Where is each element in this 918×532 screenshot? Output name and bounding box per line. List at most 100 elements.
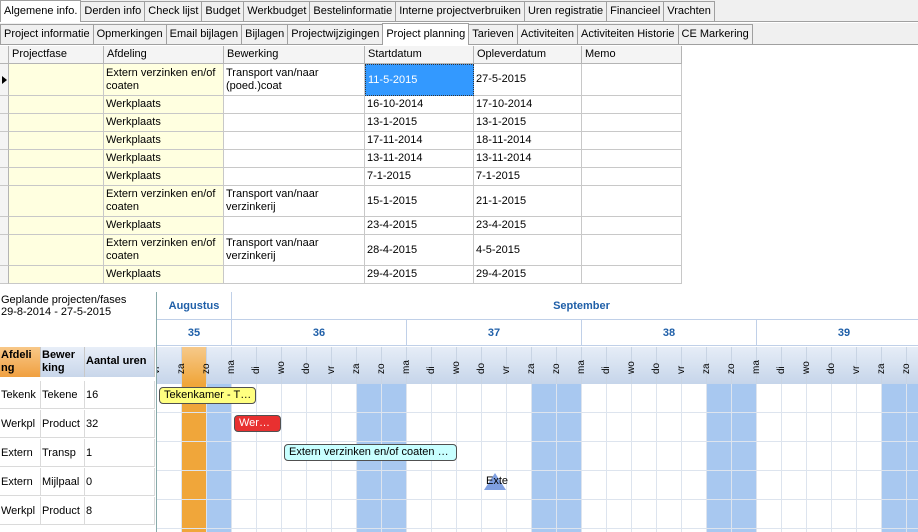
row-selector[interactable] [0,235,9,266]
cell-startdatum[interactable]: 13-1-2015 [365,114,474,132]
cell-memo[interactable] [582,186,682,217]
cell-startdatum[interactable]: 23-4-2015 [365,217,474,235]
cell-bewerking[interactable] [224,168,365,186]
list-item[interactable]: Tekenk Tekene 16 [0,381,155,409]
tab-bijlagen[interactable]: Bijlagen [241,24,289,44]
table-row[interactable]: Werkplaats 13-11-2014 13-11-2014 [0,150,682,168]
col-header-projectfase[interactable]: Projectfase [9,46,104,64]
tab-email-bijlagen[interactable]: Email bijlagen [165,24,243,44]
cell-bewerking[interactable]: Transport van/naar verzinkerij [224,186,365,217]
table-row[interactable]: Extern verzinken en/of coaten Transport v… [0,235,682,266]
col-header-startdatum[interactable]: Startdatum [365,46,474,64]
col-header-memo[interactable]: Memo [582,46,682,64]
list-item[interactable]: Werkpl Product 32 [0,410,155,438]
cell-afdeling[interactable]: Extern verzinken en/of coaten [104,64,224,96]
tab-uren-registratie[interactable]: Uren registratie [523,1,608,21]
tab-project-planning[interactable]: Project planning [382,23,470,45]
cell-afdeling[interactable]: Werkplaats [104,132,224,150]
tab-activiteiten[interactable]: Activiteiten [516,24,578,44]
cell-opleverdatum[interactable]: 13-11-2014 [474,150,582,168]
cell-opleverdatum[interactable]: 4-5-2015 [474,235,582,266]
cell-projectfase[interactable] [9,217,104,235]
row-selector[interactable] [0,114,9,132]
cell-startdatum[interactable]: 17-11-2014 [365,132,474,150]
cell-projectfase[interactable] [9,186,104,217]
cell-bewerking[interactable] [224,114,365,132]
list-item[interactable]: Werkpl Product 8 [0,497,155,525]
table-row[interactable]: Extern verzinken en/of coaten Transport v… [0,186,682,217]
cell-afdeling[interactable]: Extern verzinken en/of coaten [104,186,224,217]
tab-opmerkingen[interactable]: Opmerkingen [92,24,167,44]
tab-derden-info[interactable]: Derden info [80,1,146,21]
table-row[interactable]: Werkplaats 7-1-2015 7-1-2015 [0,168,682,186]
tab-bestelinformatie[interactable]: Bestelinformatie [309,1,397,21]
tab-ce-markering[interactable]: CE Markering [677,24,753,44]
table-row[interactable]: Werkplaats 23-4-2015 23-4-2015 [0,217,682,235]
cell-projectfase[interactable] [9,132,104,150]
planned-col-afdeling[interactable]: Afdeli ng [0,347,41,377]
tab-activiteiten-historie[interactable]: Activiteiten Historie [576,24,679,44]
cell-startdatum[interactable]: 16-10-2014 [365,96,474,114]
cell-projectfase[interactable] [9,266,104,284]
gantt-chart[interactable]: Augustus September 35 36 37 38 39 vr za zo… [156,292,918,532]
cell-startdatum[interactable]: 29-4-2015 [365,266,474,284]
table-row[interactable]: Werkplaats 17-11-2014 18-11-2014 [0,132,682,150]
list-item[interactable]: Extern Mijlpaal 0 [0,468,155,496]
cell-startdatum[interactable]: 13-11-2014 [365,150,474,168]
cell-startdatum[interactable]: 15-1-2015 [365,186,474,217]
cell-memo[interactable] [582,64,682,96]
tab-budget[interactable]: Budget [201,1,245,21]
row-selector[interactable] [0,168,9,186]
cell-projectfase[interactable] [9,168,104,186]
cell-projectfase[interactable] [9,150,104,168]
cell-afdeling[interactable]: Extern verzinken en/of coaten [104,235,224,266]
cell-afdeling[interactable]: Werkplaats [104,150,224,168]
cell-opleverdatum[interactable]: 7-1-2015 [474,168,582,186]
cell-memo[interactable] [582,266,682,284]
cell-bewerking[interactable] [224,217,365,235]
row-selector[interactable] [0,217,9,235]
tab-werkbudget[interactable]: Werkbudget [243,1,311,21]
gantt-bar-werkplaats[interactable]: Wer… [234,415,281,432]
table-row[interactable]: Extern verzinken en/of coaten Transport v… [0,64,682,96]
cell-opleverdatum[interactable]: 29-4-2015 [474,266,582,284]
row-selector[interactable] [0,266,9,284]
cell-afdeling[interactable]: Werkplaats [104,266,224,284]
row-selector[interactable] [0,150,9,168]
cell-afdeling[interactable]: Werkplaats [104,217,224,235]
tab-check-lijst[interactable]: Check lijst [144,1,203,21]
col-header-opleverdatum[interactable]: Opleverdatum [474,46,582,64]
gantt-bar-tekenkamer[interactable]: Tekenkamer - T… [159,387,256,404]
cell-projectfase[interactable] [9,235,104,266]
tab-project-informatie[interactable]: Project informatie [0,24,94,44]
cell-opleverdatum[interactable]: 23-4-2015 [474,217,582,235]
col-header-afdeling[interactable]: Afdeling [104,46,224,64]
cell-memo[interactable] [582,114,682,132]
cell-opleverdatum[interactable]: 27-5-2015 [474,64,582,96]
table-row[interactable]: Werkplaats 29-4-2015 29-4-2015 [0,266,682,284]
cell-projectfase[interactable] [9,64,104,96]
tab-tarieven[interactable]: Tarieven [468,24,518,44]
gantt-bar-extern[interactable]: Extern verzinken en/of coaten … [284,444,457,461]
row-selector[interactable] [0,132,9,150]
cell-memo[interactable] [582,235,682,266]
cell-bewerking[interactable]: Transport van/naar (poed.)coat [224,64,365,96]
cell-bewerking[interactable] [224,266,365,284]
tab-financieel[interactable]: Financieel [606,1,665,21]
tab-algemene-info[interactable]: Algemene info. [0,0,82,22]
cell-opleverdatum[interactable]: 21-1-2015 [474,186,582,217]
row-selector[interactable] [0,96,9,114]
tab-vrachten[interactable]: Vrachten [663,1,715,21]
cell-afdeling[interactable]: Werkplaats [104,96,224,114]
cell-memo[interactable] [582,132,682,150]
cell-projectfase[interactable] [9,114,104,132]
tab-interne-projectverbruiken[interactable]: Interne projectverbruiken [395,1,525,21]
cell-memo[interactable] [582,96,682,114]
cell-opleverdatum[interactable]: 18-11-2014 [474,132,582,150]
cell-memo[interactable] [582,217,682,235]
cell-memo[interactable] [582,168,682,186]
row-selector[interactable] [0,64,9,96]
tab-projectwijzigingen[interactable]: Projectwijzigingen [287,24,384,44]
table-row[interactable]: Werkplaats 13-1-2015 13-1-2015 [0,114,682,132]
col-header-bewerking[interactable]: Bewerking [224,46,365,64]
